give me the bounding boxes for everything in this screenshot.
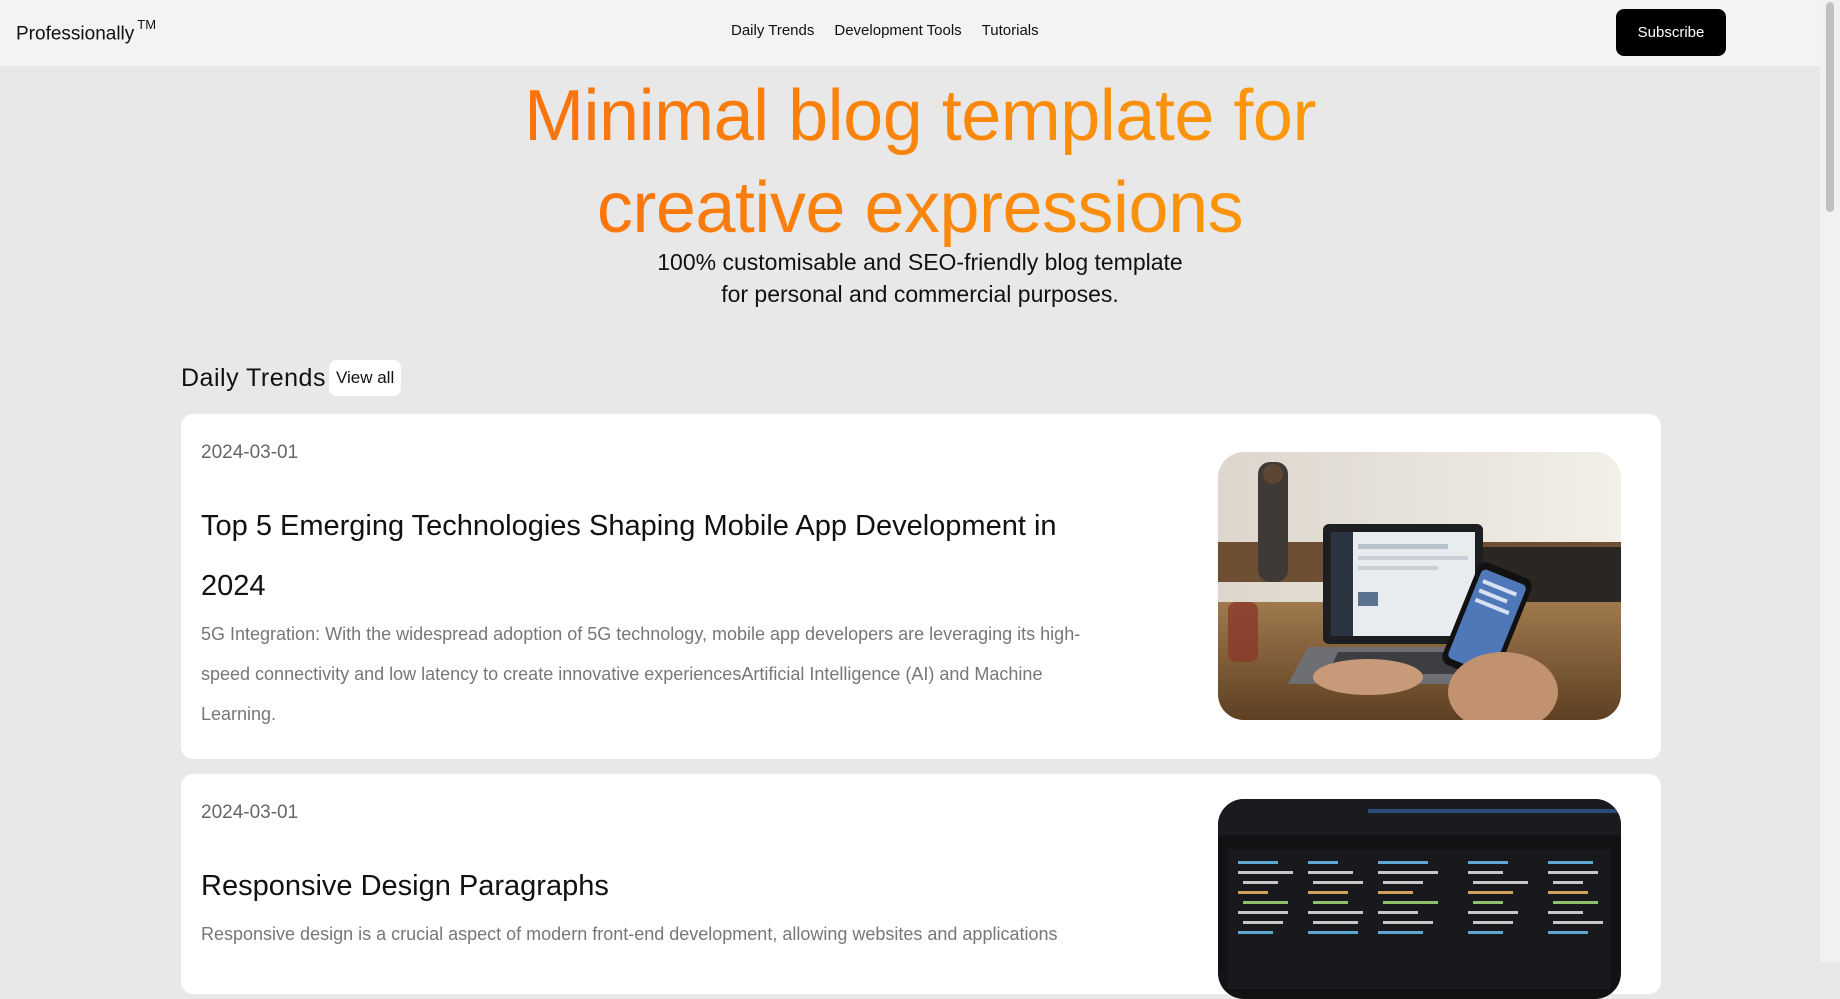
nav-link-development-tools[interactable]: Development Tools — [834, 22, 961, 39]
brand-name: Professionally — [16, 23, 135, 45]
post-title[interactable]: Responsive Design Paragraphs — [201, 856, 1101, 916]
brand-logo[interactable]: Professionally TM — [16, 17, 157, 45]
section-title: Daily Trends — [181, 363, 326, 392]
top-navbar: Professionally TM Daily Trends Developmen… — [0, 0, 1820, 66]
post-date: 2024-03-01 — [201, 442, 299, 463]
nav-links: Daily Trends Development Tools Tutorials — [731, 22, 1059, 39]
laptop-and-phone-photo[interactable] — [1218, 452, 1621, 720]
post-card[interactable]: 2024-03-01 Top 5 Emerging Technologies S… — [181, 414, 1661, 759]
nav-link-tutorials[interactable]: Tutorials — [982, 22, 1039, 39]
post-date: 2024-03-01 — [201, 802, 299, 823]
hero-subtitle-line-2: for personal and commercial purposes. — [721, 281, 1119, 307]
post-title[interactable]: Top 5 Emerging Technologies Shaping Mobi… — [201, 496, 1101, 616]
post-excerpt: Responsive design is a crucial aspect of… — [201, 924, 1058, 944]
code-screen-photo[interactable] — [1218, 799, 1621, 999]
hero-title: Minimal blog template for creative expre… — [0, 70, 1840, 254]
post-excerpt: 5G Integration: With the widespread adop… — [201, 624, 1081, 724]
hero-title-line-2: creative expressions — [596, 168, 1244, 248]
view-all-button[interactable]: View all — [328, 360, 402, 396]
subscribe-button[interactable]: Subscribe — [1616, 9, 1726, 56]
nav-link-daily-trends[interactable]: Daily Trends — [731, 22, 814, 39]
post-card[interactable]: 2024-03-01 Responsive Design Paragraphs … — [181, 774, 1661, 999]
hero-subtitle-line-1: 100% customisable and SEO-friendly blog … — [657, 249, 1183, 275]
trademark-mark: TM — [137, 17, 157, 32]
hero-title-line-1: Minimal blog template for — [524, 76, 1316, 156]
section-header: Daily Trends View all — [181, 360, 402, 396]
hero-subtitle: 100% customisable and SEO-friendly blog … — [0, 246, 1840, 310]
